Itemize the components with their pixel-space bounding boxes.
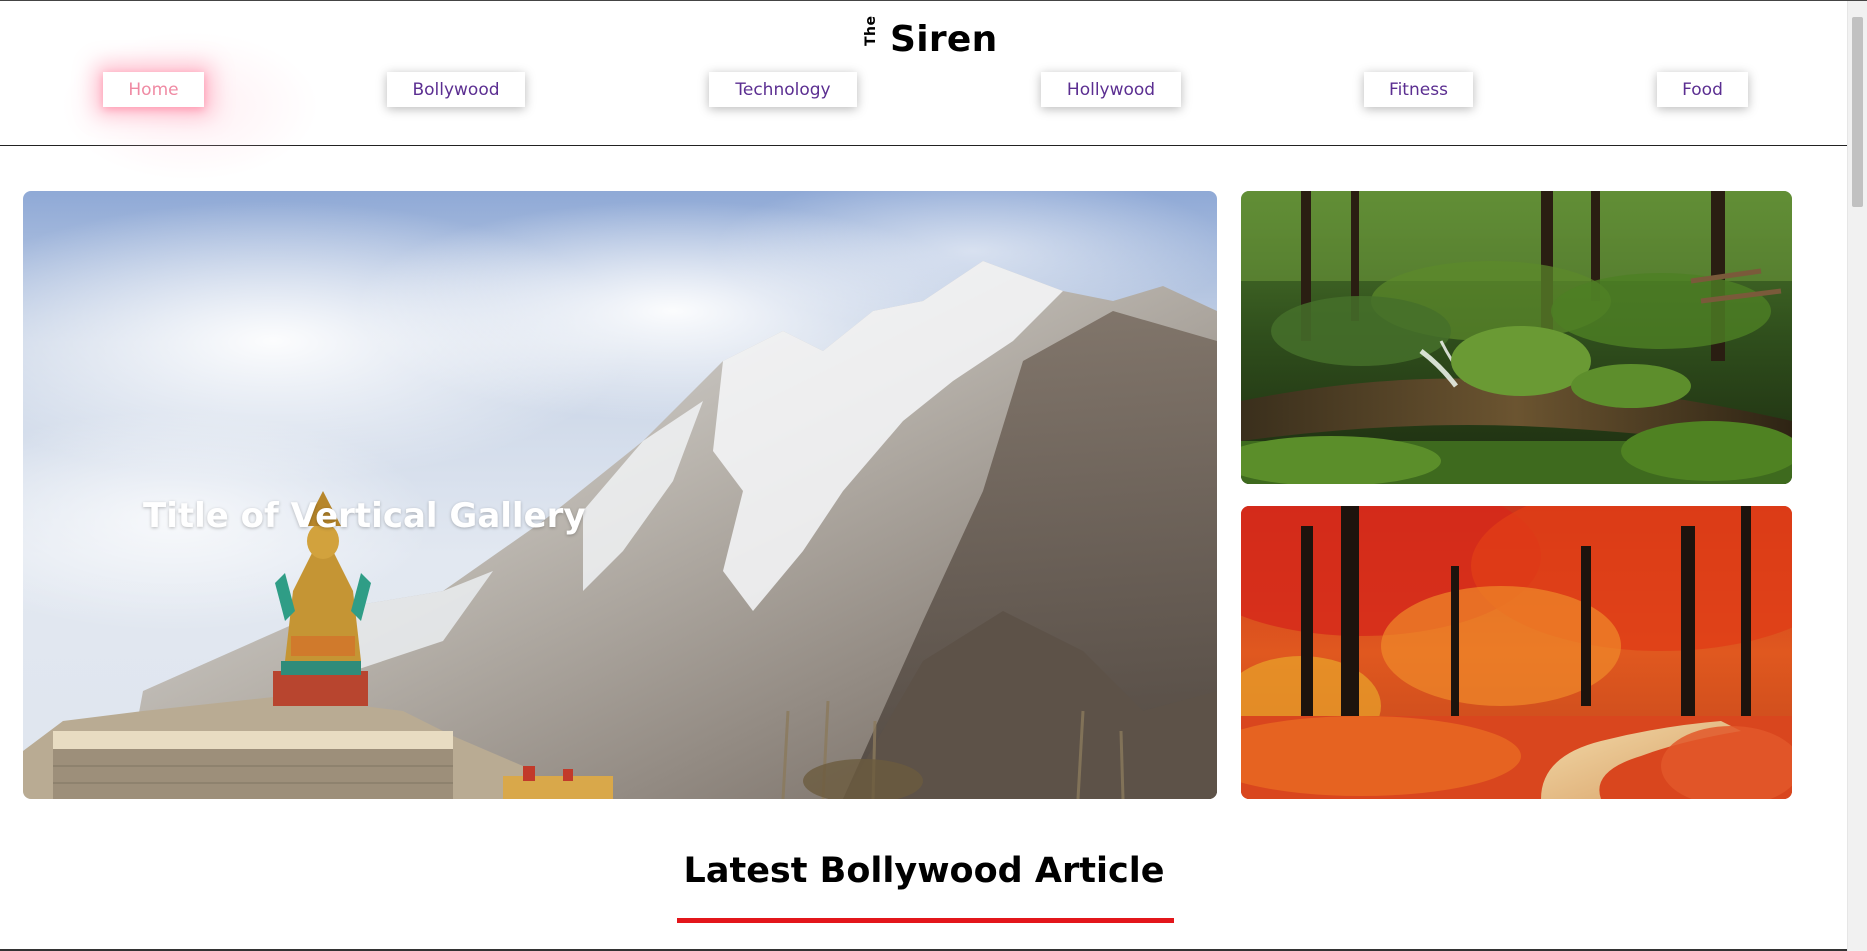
- nav-item-hollywood[interactable]: Hollywood: [1041, 72, 1181, 107]
- scrollbar-thumb[interactable]: [1852, 17, 1863, 207]
- logo-prefix: The: [863, 15, 879, 46]
- autumn-forest-image: [1241, 506, 1792, 799]
- site-header: The Siren Home Bollywood Technology Holl…: [0, 1, 1848, 181]
- section-heading-underline: [677, 918, 1174, 923]
- nav-item-home[interactable]: Home: [103, 72, 204, 107]
- mountain-monastery-image: [23, 191, 1217, 799]
- forest-stream-image: [1241, 191, 1792, 484]
- site-logo[interactable]: The Siren: [863, 15, 998, 61]
- nav-item-technology[interactable]: Technology: [709, 72, 857, 107]
- page-scrollbar[interactable]: [1847, 1, 1867, 951]
- main-gallery-card[interactable]: Title of Vertical Gallery: [23, 191, 1217, 799]
- logo-name: Siren: [890, 18, 998, 60]
- gallery-title: Title of Vertical Gallery: [143, 496, 586, 536]
- section-heading: Latest Bollywood Article: [683, 851, 1165, 891]
- nav-item-food[interactable]: Food: [1657, 72, 1748, 107]
- page: The Siren Home Bollywood Technology Holl…: [0, 0, 1867, 951]
- nav-item-fitness[interactable]: Fitness: [1364, 72, 1473, 107]
- nav-item-bollywood[interactable]: Bollywood: [387, 72, 525, 107]
- side-gallery-card-1[interactable]: [1241, 191, 1792, 484]
- side-gallery-card-2[interactable]: [1241, 506, 1792, 799]
